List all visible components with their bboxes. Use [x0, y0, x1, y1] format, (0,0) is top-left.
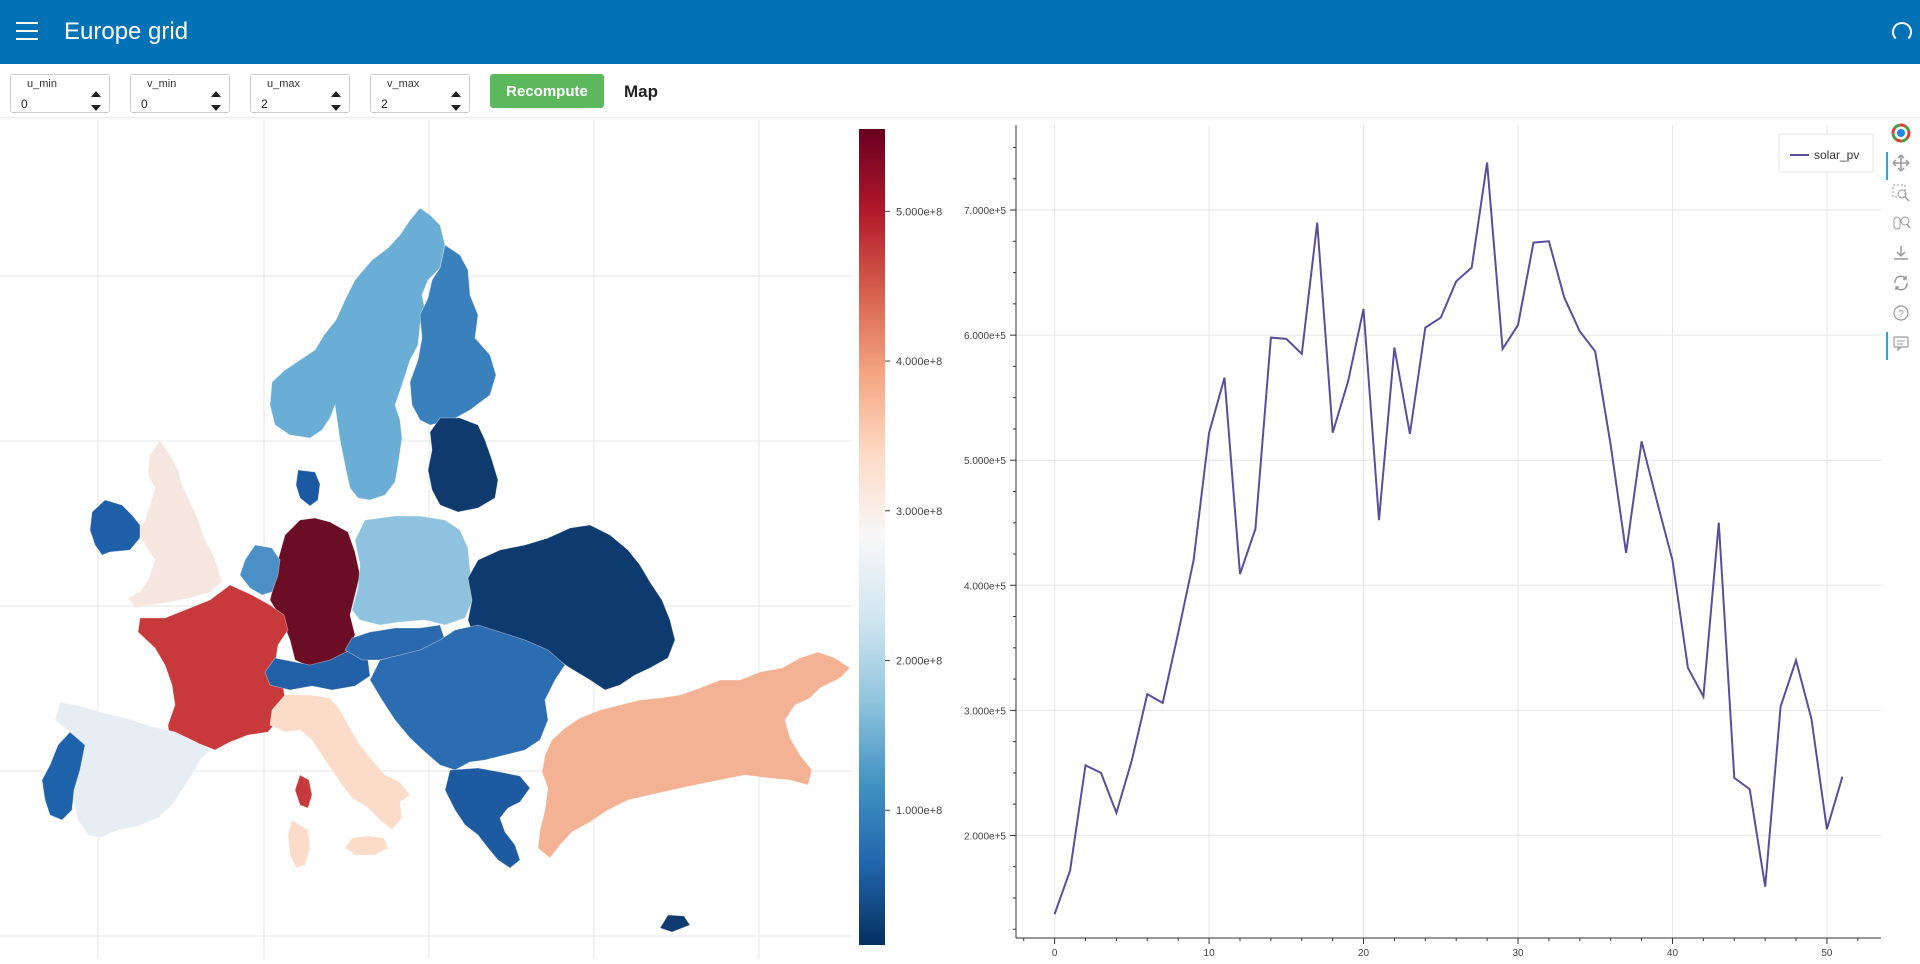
y-tick-label: 3.000e+5	[964, 706, 1006, 717]
x-tick-label: 10	[1204, 948, 1216, 959]
colorbar-gradient	[859, 129, 885, 945]
u-min-increment-icon[interactable]	[91, 91, 101, 97]
y-tick-label: 5.000e+5	[964, 456, 1006, 467]
u-max-label: u_max	[265, 78, 303, 90]
chart-legend: solar_pv	[1778, 133, 1874, 173]
europe-choropleth-map[interactable]	[0, 120, 852, 959]
v-max-increment-icon[interactable]	[451, 91, 461, 97]
colorbar-tick-label: 2.000e+8	[896, 656, 942, 668]
x-tick-label: 20	[1358, 948, 1370, 959]
chart-toolbar: ?	[1886, 122, 1916, 372]
chart-grid	[1016, 125, 1881, 938]
pan-icon[interactable]	[1890, 152, 1912, 174]
save-icon[interactable]	[1890, 242, 1912, 264]
y-tick-label: 6.000e+5	[964, 331, 1006, 342]
map-region-Turkey[interactable]	[537, 651, 851, 859]
reset-icon[interactable]	[1890, 272, 1912, 294]
box-zoom-icon[interactable]	[1890, 182, 1912, 204]
x-tick-label: 50	[1821, 948, 1833, 959]
map-tab-label[interactable]: Map	[624, 82, 658, 102]
v-max-value[interactable]: 2	[381, 97, 388, 111]
x-tick-label: 30	[1512, 948, 1524, 959]
colorbar-tick-label: 4.000e+8	[896, 356, 942, 368]
y-tick-label: 2.000e+5	[964, 831, 1006, 842]
u-min-spinner[interactable]: u_min 0	[10, 74, 110, 113]
v-min-value[interactable]: 0	[141, 97, 148, 111]
y-tick-label: 4.000e+5	[964, 581, 1006, 592]
map-panel[interactable]	[0, 120, 852, 959]
x-tick-label: 0	[1052, 948, 1058, 959]
map-region-Italy[interactable]	[269, 694, 411, 831]
menu-icon[interactable]	[16, 22, 38, 40]
v-min-spinner[interactable]: v_min 0	[130, 74, 230, 113]
svg-text:?: ?	[1898, 309, 1904, 320]
u-min-label: u_min	[25, 78, 59, 90]
colorbar-svg: 1.000e+8 2.000e+8 3.000e+8 4.000e+8 5.000e+8	[859, 129, 942, 945]
busy-indicator-icon	[1892, 22, 1912, 42]
x-tick-labels: 0 10 20 30 40 50	[1052, 948, 1833, 959]
u-max-increment-icon[interactable]	[331, 91, 341, 97]
chart-panel[interactable]: 2.000e+5 3.000e+5 4.000e+5 5.000e+5 6.000e+5…	[956, 120, 1920, 959]
page-title: Europe grid	[64, 18, 189, 45]
x-tick-label: 40	[1667, 948, 1679, 959]
map-region-Denmark[interactable]	[295, 469, 321, 507]
active-inspector-indicator	[1886, 332, 1888, 360]
map-region-Baltics[interactable]	[427, 417, 499, 513]
wheel-zoom-icon[interactable]	[1890, 212, 1912, 234]
colorbar-tick-label: 1.000e+8	[896, 805, 942, 817]
colorbar: 1.000e+8 2.000e+8 3.000e+8 4.000e+8 5.000e+8	[858, 128, 948, 948]
app-header: Europe grid	[0, 0, 1920, 64]
bokeh-logo-icon[interactable]	[1890, 122, 1912, 144]
y-tick-label: 7.000e+5	[964, 206, 1006, 217]
help-icon[interactable]: ?	[1890, 302, 1912, 324]
y-tick-labels: 2.000e+5 3.000e+5 4.000e+5 5.000e+5 6.000e+5…	[964, 206, 1006, 842]
map-region-Greece[interactable]	[444, 767, 531, 869]
v-min-increment-icon[interactable]	[211, 91, 221, 97]
u-min-decrement-icon[interactable]	[91, 105, 101, 111]
solar-pv-line-chart[interactable]: 2.000e+5 3.000e+5 4.000e+5 5.000e+5 6.000e+5…	[956, 120, 1920, 959]
active-tool-indicator	[1886, 152, 1888, 180]
series-line-solar-pv[interactable]	[1053, 162, 1844, 915]
u-max-decrement-icon[interactable]	[331, 105, 341, 111]
legend-label: solar_pv	[1814, 148, 1859, 162]
map-region-Ireland[interactable]	[89, 499, 141, 556]
map-region-UK[interactable]	[127, 439, 223, 609]
v-max-label: v_max	[385, 78, 422, 90]
v-max-spinner[interactable]: v_max 2	[370, 74, 470, 113]
u-min-value[interactable]: 0	[21, 97, 28, 111]
map-region-France[interactable]	[137, 584, 289, 751]
recompute-button[interactable]: Recompute	[490, 74, 604, 108]
colorbar-tick-label: 3.000e+8	[896, 506, 942, 518]
map-region-Germany[interactable]	[269, 517, 361, 669]
map-region-Cyprus[interactable]	[659, 914, 691, 933]
v-min-decrement-icon[interactable]	[211, 105, 221, 111]
colorbar-ticks: 1.000e+8 2.000e+8 3.000e+8 4.000e+8 5.000e+8	[885, 206, 942, 817]
u-max-spinner[interactable]: u_max 2	[250, 74, 350, 113]
map-region-Sardinia[interactable]	[287, 819, 311, 869]
map-region-Benelux[interactable]	[239, 544, 281, 596]
map-region-Sicily[interactable]	[344, 835, 389, 856]
v-max-decrement-icon[interactable]	[451, 105, 461, 111]
controls-bar: u_min 0 v_min 0 u_max 2 v_max 2 Recomput…	[0, 64, 1920, 118]
hover-icon[interactable]	[1890, 332, 1912, 354]
map-region-Poland[interactable]	[351, 515, 476, 626]
chart-axes	[1010, 125, 1881, 944]
v-min-label: v_min	[145, 78, 179, 90]
colorbar-tick-label: 5.000e+8	[896, 206, 942, 218]
u-max-value[interactable]: 2	[261, 97, 268, 111]
map-region-Corsica[interactable]	[294, 774, 313, 809]
